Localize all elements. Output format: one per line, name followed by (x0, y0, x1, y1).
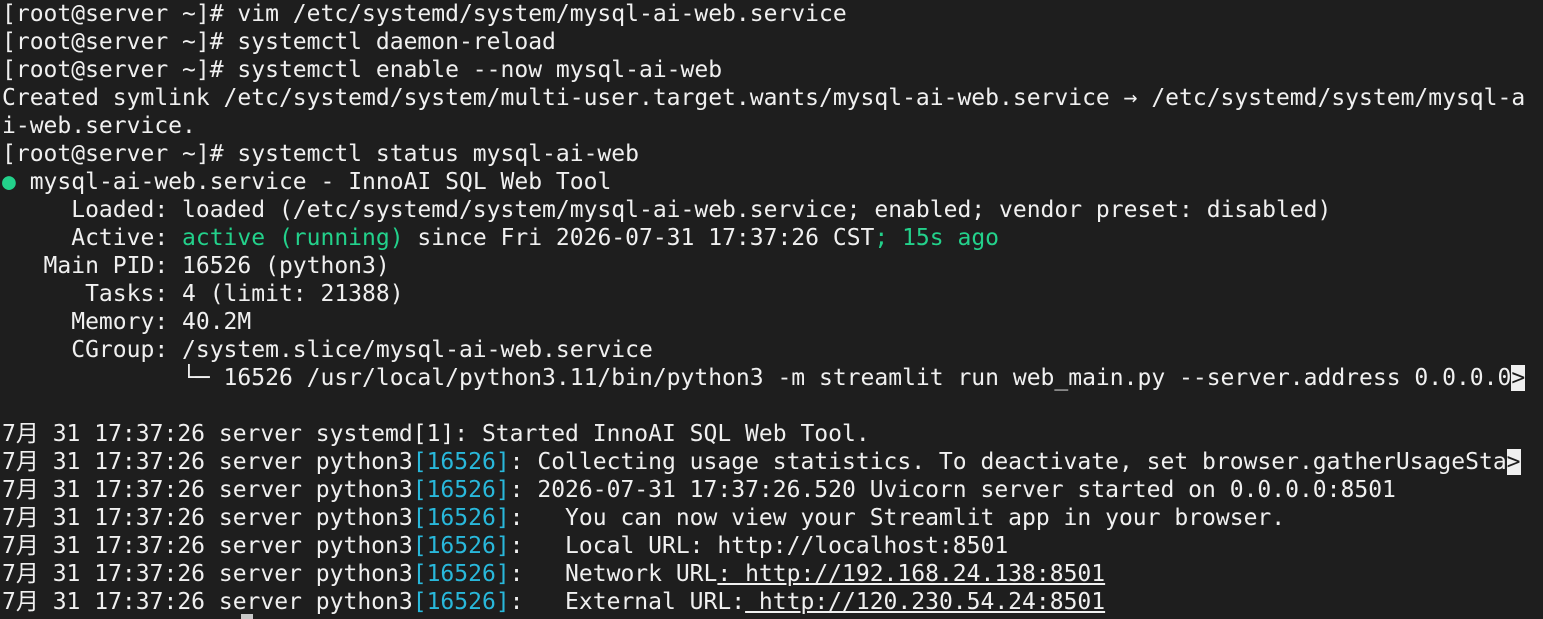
status-dot-icon: ● (2, 169, 16, 195)
overflow-marker: > (1511, 365, 1526, 391)
command-status: systemctl status mysql-ai-web (237, 141, 639, 167)
log-message: : 2026-07-31 17:37:26.520 Uvicorn server… (509, 477, 1396, 503)
terminal-line-daemon-reload: [root@server ~]# systemctl daemon-reload (0, 28, 1543, 56)
terminal-line-vim: [root@server ~]# vim /etc/systemd/system… (0, 0, 1543, 28)
log-line-usage-stats: 7月 31 17:37:26 server python3[16526]: Co… (0, 448, 1543, 476)
active-state: active (running) (182, 225, 404, 251)
log-process-name: python3 (315, 449, 413, 475)
log-message: : Local URL: http://localhost:8501 (509, 533, 1009, 559)
log-pid: [16526] (412, 533, 510, 559)
text-cursor (241, 614, 253, 619)
command-vim: vim /etc/systemd/system/mysql-ai-web.ser… (237, 1, 847, 27)
log-message: systemd[1]: Started InnoAI SQL Web Tool. (315, 421, 870, 447)
main-pid-line: Main PID: 16526 (python3) (2, 253, 390, 279)
log-process-name: python3 (315, 561, 413, 587)
log-line-view-app: 7月 31 17:37:26 server python3[16526]: Yo… (0, 504, 1543, 532)
log-prefix: 7月 31 17:37:26 server (2, 449, 316, 475)
command-enable: systemctl enable --now mysql-ai-web (237, 57, 723, 83)
log-line-uvicorn: 7月 31 17:37:26 server python3[16526]: 20… (0, 476, 1543, 504)
log-message: : You can now view your Streamlit app in… (509, 505, 1286, 531)
terminal-window[interactable]: [root@server ~]# vim /etc/systemd/system… (0, 0, 1543, 619)
active-ago: ; 15s ago (874, 225, 1000, 251)
active-label: Active: (2, 225, 183, 251)
log-process-name: python3 (315, 505, 413, 531)
log-prefix: 7月 31 17:37:26 server (2, 477, 316, 503)
log-process-name: python3 (315, 589, 413, 615)
overflow-marker: > (1506, 449, 1521, 475)
shell-prompt: [root@server ~]# (2, 29, 238, 55)
log-pid: [16526] (412, 449, 510, 475)
external-url-link[interactable]: http://120.230.54.24:8501 (745, 589, 1105, 615)
log-line-external-url: 7月 31 17:37:26 server python3[16526]: Ex… (0, 588, 1543, 616)
cgroup-process: └─ 16526 /usr/local/python3.11/bin/pytho… (2, 365, 1512, 391)
log-pid: [16526] (412, 561, 510, 587)
shell-prompt: [root@server ~]# (2, 57, 238, 83)
log-pid: [16526] (412, 505, 510, 531)
active-line: Active: active (running) since Fri 2026-… (0, 224, 1543, 252)
unit-title: mysql-ai-web.service - InnoAI SQL Web To… (15, 169, 612, 195)
network-url-link[interactable]: : http://192.168.24.138:8501 (717, 561, 1105, 587)
tasks-line: Tasks: 4 (limit: 21388) (2, 281, 404, 307)
log-prefix: 7月 31 17:37:26 server (2, 505, 316, 531)
log-process-name: python3 (315, 477, 413, 503)
memory-line: Memory: 40.2M (2, 309, 252, 335)
loaded-line: Loaded: loaded (/etc/systemd/system/mysq… (2, 197, 1332, 223)
unit-title-line: ● mysql-ai-web.service - InnoAI SQL Web … (0, 168, 1543, 196)
log-line-systemd: 7月 31 17:37:26 server systemd[1]: Starte… (0, 420, 1543, 448)
cgroup-process-line: └─ 16526 /usr/local/python3.11/bin/pytho… (0, 364, 1543, 392)
log-message: : Collecting usage statistics. To deacti… (509, 449, 1507, 475)
log-prefix: 7月 31 17:37:26 server (2, 421, 316, 447)
log-line-network-url: 7月 31 17:37:26 server python3[16526]: Ne… (0, 560, 1543, 588)
shell-prompt: [root@server ~]# (2, 1, 238, 27)
log-line-local-url: 7月 31 17:37:26 server python3[16526]: Lo… (0, 532, 1543, 560)
symlink-output-line-2: i-web.service. (2, 113, 196, 139)
log-pid: [16526] (412, 589, 510, 615)
symlink-output-line-1: Created symlink /etc/systemd/system/mult… (2, 85, 1526, 111)
cgroup-line: CGroup: /system.slice/mysql-ai-web.servi… (2, 337, 653, 363)
log-prefix: 7月 31 17:37:26 server (2, 533, 316, 559)
terminal-line-status: [root@server ~]# systemctl status mysql-… (0, 140, 1543, 168)
command-daemon-reload: systemctl daemon-reload (237, 29, 556, 55)
log-prefix: 7月 31 17:37:26 server (2, 561, 316, 587)
log-process-name: python3 (315, 533, 413, 559)
log-message: : Network URL (509, 561, 718, 587)
active-since: since Fri 2026-07-31 17:37:26 CST (403, 225, 875, 251)
terminal-line-enable: [root@server ~]# systemctl enable --now … (0, 56, 1543, 84)
log-prefix: 7月 31 17:37:26 server (2, 589, 316, 615)
log-message: : External URL: (509, 589, 746, 615)
log-pid: [16526] (412, 477, 510, 503)
shell-prompt: [root@server ~]# (2, 141, 238, 167)
